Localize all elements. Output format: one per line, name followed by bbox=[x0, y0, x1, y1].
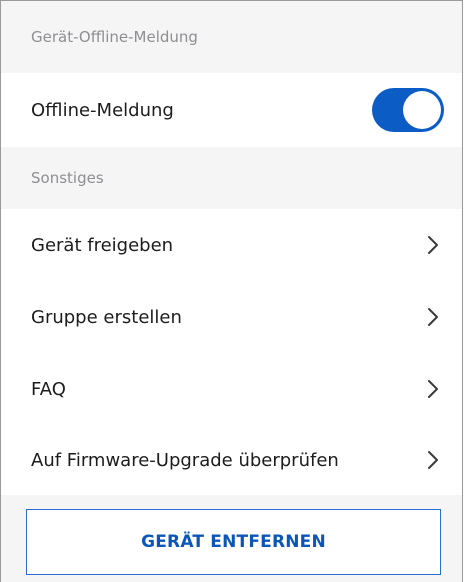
menu-item-label: Gruppe erstellen bbox=[31, 306, 182, 328]
section-header-misc-label: Sonstiges bbox=[31, 169, 104, 187]
offline-notification-label: Offline-Meldung bbox=[31, 99, 174, 121]
menu-item-label: FAQ bbox=[31, 378, 66, 400]
menu-item-share-device[interactable]: Gerät freigeben bbox=[1, 209, 462, 281]
section-header-offline-label: Gerät-Offline-Meldung bbox=[31, 28, 198, 46]
offline-notification-row: Offline-Meldung bbox=[1, 73, 462, 147]
remove-device-container: GERÄT ENTFERNEN bbox=[1, 495, 462, 582]
offline-notification-toggle[interactable] bbox=[372, 88, 444, 132]
chevron-right-icon bbox=[426, 306, 440, 328]
menu-item-firmware-check[interactable]: Auf Firmware-Upgrade überprüfen bbox=[1, 425, 462, 495]
chevron-right-icon bbox=[426, 378, 440, 400]
menu-item-label: Gerät freigeben bbox=[31, 234, 174, 256]
chevron-right-icon bbox=[426, 234, 440, 256]
chevron-right-icon bbox=[426, 449, 440, 471]
remove-device-label: GERÄT ENTFERNEN bbox=[141, 532, 326, 552]
menu-item-create-group[interactable]: Gruppe erstellen bbox=[1, 281, 462, 353]
settings-panel: Gerät-Offline-Meldung Offline-Meldung So… bbox=[0, 0, 463, 582]
section-header-offline: Gerät-Offline-Meldung bbox=[1, 1, 462, 73]
remove-device-button[interactable]: GERÄT ENTFERNEN bbox=[26, 509, 441, 575]
section-header-misc: Sonstiges bbox=[1, 147, 462, 209]
menu-item-faq[interactable]: FAQ bbox=[1, 353, 462, 425]
menu-item-label: Auf Firmware-Upgrade überprüfen bbox=[31, 449, 339, 471]
toggle-knob bbox=[403, 91, 441, 129]
